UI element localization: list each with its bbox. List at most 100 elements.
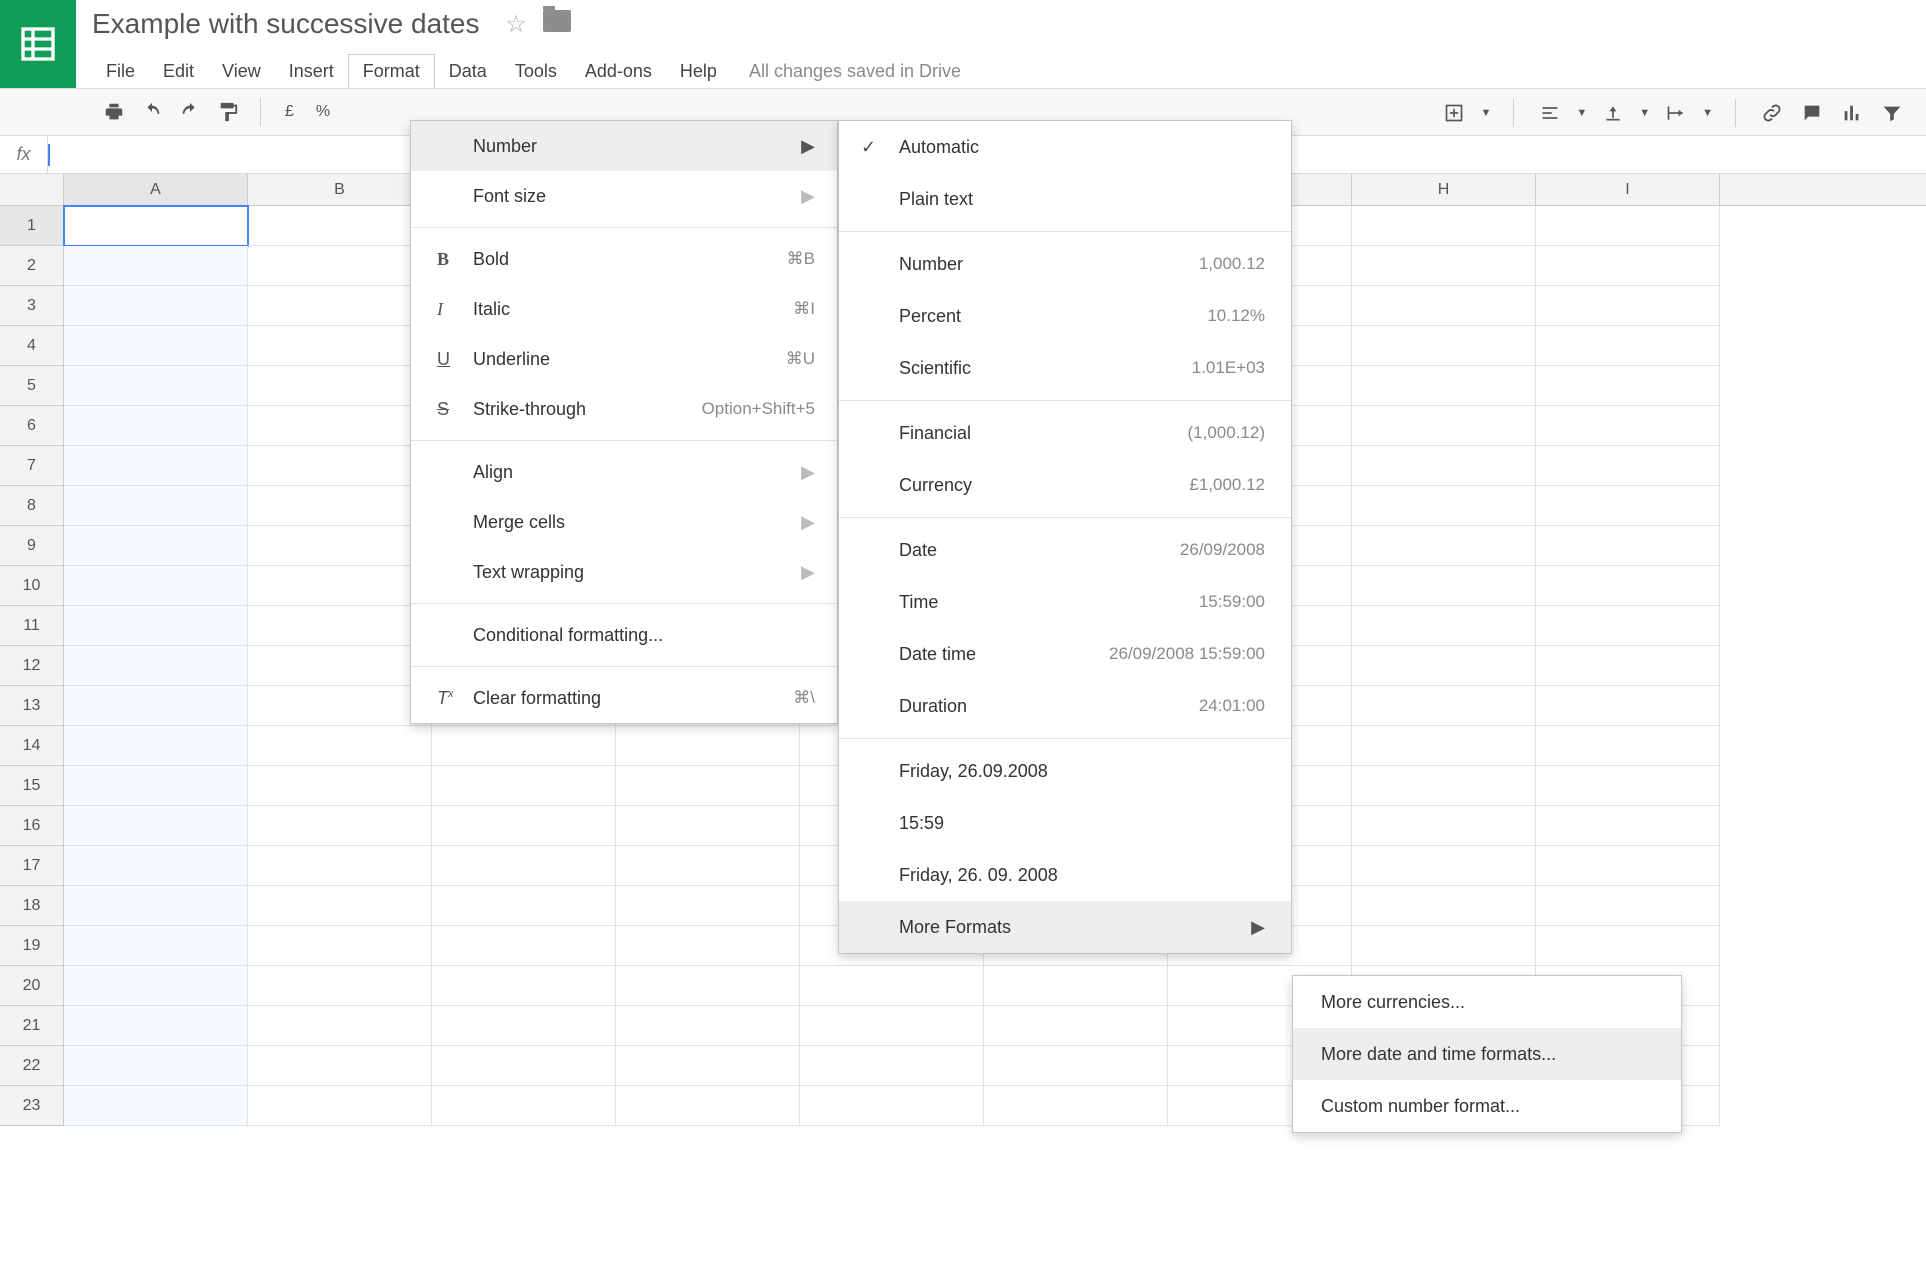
cell[interactable]	[432, 886, 616, 926]
cell[interactable]	[1352, 726, 1536, 766]
numfmt-automatic[interactable]: ✓ Automatic	[839, 121, 1291, 173]
format-wrap[interactable]: Text wrapping ▶	[411, 547, 837, 597]
cell[interactable]	[1536, 806, 1720, 846]
dropdown-arrow-icon[interactable]: ▼	[1576, 107, 1587, 119]
cell[interactable]	[64, 646, 248, 686]
undo-icon[interactable]	[138, 98, 166, 126]
cell[interactable]	[1352, 206, 1536, 246]
link-icon[interactable]	[1758, 99, 1786, 127]
menu-edit[interactable]: Edit	[149, 55, 208, 88]
row-header[interactable]: 8	[0, 486, 64, 526]
cell[interactable]	[432, 1086, 616, 1126]
cell[interactable]	[1352, 406, 1536, 446]
cell[interactable]	[1536, 486, 1720, 526]
row-header[interactable]: 7	[0, 446, 64, 486]
cell[interactable]	[432, 1046, 616, 1086]
more-toolbar-icon[interactable]	[1440, 99, 1468, 127]
cell[interactable]	[248, 766, 432, 806]
numfmt-plain[interactable]: Plain text	[839, 173, 1291, 225]
cell[interactable]	[1352, 366, 1536, 406]
cell[interactable]	[248, 926, 432, 966]
dropdown-arrow-icon[interactable]: ▼	[1639, 107, 1650, 119]
cell[interactable]	[248, 486, 432, 526]
numfmt-percent[interactable]: Percent 10.12%	[839, 290, 1291, 342]
row-header[interactable]: 20	[0, 966, 64, 1006]
numfmt-custom2[interactable]: 15:59	[839, 797, 1291, 849]
cell[interactable]	[64, 1086, 248, 1126]
format-italic[interactable]: I Italic ⌘I	[411, 284, 837, 334]
cell[interactable]	[248, 886, 432, 926]
cell[interactable]	[248, 846, 432, 886]
chart-icon[interactable]	[1838, 99, 1866, 127]
cell[interactable]	[432, 806, 616, 846]
cell[interactable]	[1536, 766, 1720, 806]
cell[interactable]	[800, 1006, 984, 1046]
menu-insert[interactable]: Insert	[275, 55, 348, 88]
cell[interactable]	[616, 806, 800, 846]
cell[interactable]	[616, 966, 800, 1006]
cell[interactable]	[1352, 606, 1536, 646]
row-header[interactable]: 17	[0, 846, 64, 886]
cell[interactable]	[432, 726, 616, 766]
percent-format-button[interactable]: %	[310, 103, 336, 121]
cell[interactable]	[1536, 366, 1720, 406]
cell[interactable]	[1352, 766, 1536, 806]
currency-format-button[interactable]: £	[279, 103, 300, 121]
row-header[interactable]: 3	[0, 286, 64, 326]
numfmt-date[interactable]: Date 26/09/2008	[839, 524, 1291, 576]
format-font-size[interactable]: Font size ▶	[411, 171, 837, 221]
menu-file[interactable]: File	[92, 55, 149, 88]
cell[interactable]	[248, 726, 432, 766]
cell[interactable]	[64, 246, 248, 286]
cell[interactable]	[64, 1006, 248, 1046]
cell[interactable]	[800, 1086, 984, 1126]
cell[interactable]	[984, 1086, 1168, 1126]
cell[interactable]	[1352, 846, 1536, 886]
cell[interactable]	[64, 606, 248, 646]
format-align[interactable]: Align ▶	[411, 447, 837, 497]
cell[interactable]	[64, 1046, 248, 1086]
menu-data[interactable]: Data	[435, 55, 501, 88]
cell[interactable]	[64, 486, 248, 526]
row-header[interactable]: 23	[0, 1086, 64, 1126]
cell[interactable]	[432, 966, 616, 1006]
cell[interactable]	[64, 526, 248, 566]
cell[interactable]	[616, 1086, 800, 1126]
menu-format[interactable]: Format	[348, 54, 435, 88]
cell[interactable]	[1352, 286, 1536, 326]
menu-view[interactable]: View	[208, 55, 275, 88]
cell[interactable]	[64, 846, 248, 886]
cell[interactable]	[248, 966, 432, 1006]
numfmt-scientific[interactable]: Scientific 1.01E+03	[839, 342, 1291, 394]
cell[interactable]	[800, 966, 984, 1006]
format-strike[interactable]: S Strike-through Option+Shift+5	[411, 384, 837, 434]
cell[interactable]	[1536, 926, 1720, 966]
column-header-b[interactable]: B	[248, 174, 432, 205]
cell[interactable]	[1352, 566, 1536, 606]
row-header[interactable]: 22	[0, 1046, 64, 1086]
format-number[interactable]: Number ▶	[411, 121, 837, 171]
numfmt-time[interactable]: Time 15:59:00	[839, 576, 1291, 628]
cell[interactable]	[64, 206, 248, 246]
cell[interactable]	[248, 406, 432, 446]
cell[interactable]	[64, 766, 248, 806]
cell[interactable]	[1352, 326, 1536, 366]
cell[interactable]	[800, 1046, 984, 1086]
numfmt-currency[interactable]: Currency £1,000.12	[839, 459, 1291, 511]
menu-tools[interactable]: Tools	[501, 55, 571, 88]
numfmt-financial[interactable]: Financial (1,000.12)	[839, 407, 1291, 459]
dropdown-arrow-icon[interactable]: ▼	[1702, 107, 1713, 119]
select-all-corner[interactable]	[0, 174, 64, 205]
row-header[interactable]: 5	[0, 366, 64, 406]
cell[interactable]	[1352, 926, 1536, 966]
cell[interactable]	[64, 726, 248, 766]
row-header[interactable]: 6	[0, 406, 64, 446]
column-header-i[interactable]: I	[1536, 174, 1720, 205]
cell[interactable]	[1536, 246, 1720, 286]
cell[interactable]	[1352, 246, 1536, 286]
cell[interactable]	[248, 1006, 432, 1046]
row-header[interactable]: 16	[0, 806, 64, 846]
cell[interactable]	[64, 966, 248, 1006]
cell[interactable]	[248, 646, 432, 686]
format-merge[interactable]: Merge cells ▶	[411, 497, 837, 547]
